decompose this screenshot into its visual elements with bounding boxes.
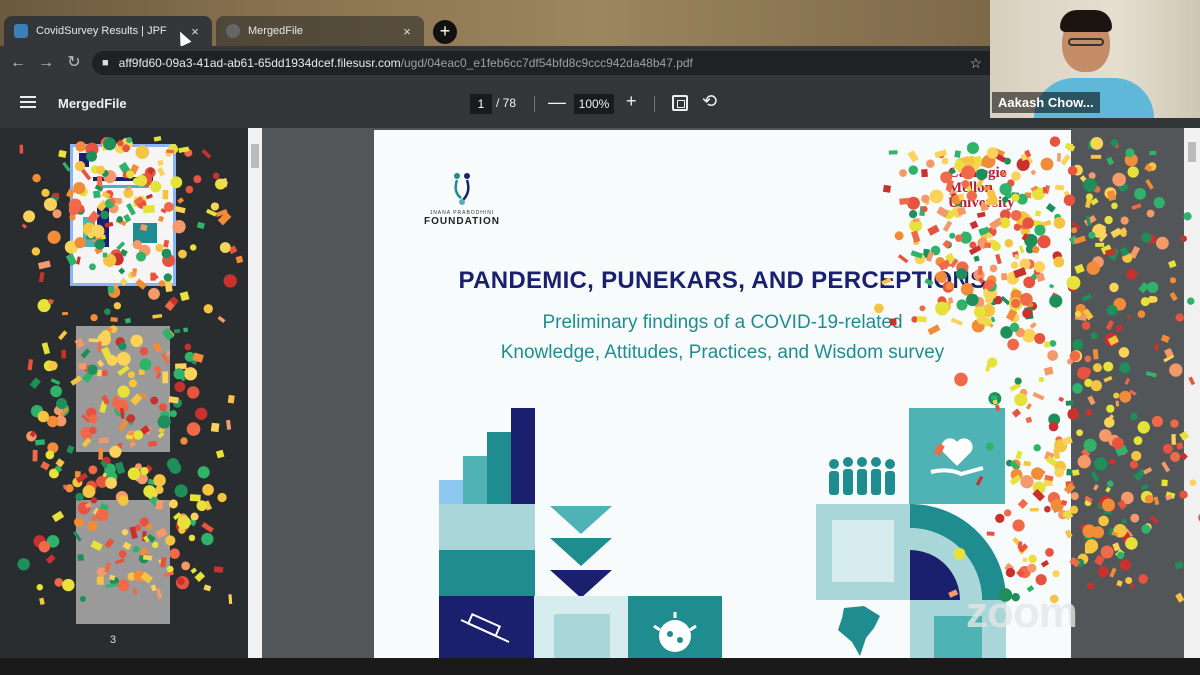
cmu-line: Carnegie: [948, 165, 1007, 181]
fit-page-icon[interactable]: [672, 95, 688, 111]
participant-name: Aakash Chow...: [992, 92, 1100, 113]
syringe-icon: [439, 596, 535, 658]
graphic-block: [439, 550, 535, 596]
participant-hair: [1060, 10, 1112, 32]
tab-mergedfile[interactable]: MergedFile ×: [216, 16, 424, 46]
tab-strip: CovidSurvey Results | JPF × MergedFile ×…: [0, 0, 990, 47]
thumbnail-page-number: 3: [110, 634, 117, 646]
people-icon: [824, 456, 900, 500]
page-thumbnail[interactable]: [70, 144, 176, 286]
graphic-block: [463, 456, 487, 504]
document-title: MergedFile: [58, 96, 127, 111]
forward-arrow-icon[interactable]: →: [36, 53, 56, 73]
url-path: /ugd/04eac0_e1feb6cc7df54bfd8c9ccc942da4…: [400, 56, 693, 70]
triangle-stack: [550, 506, 612, 598]
arc-graphic: [910, 504, 1006, 600]
address-bar: ← → ↻ ■ aff9fd60-09a3-41ad-ab61-65dd1934…: [0, 46, 990, 80]
pdf-page: JNANA PRABODHINI FOUNDATION Carnegie Mel…: [374, 130, 1071, 658]
page-subline-2: Knowledge, Attitudes, Practices, and Wis…: [500, 342, 945, 363]
page-headline: PANDEMIC, PUNEKARS, AND PERCEPTIONS: [458, 267, 987, 294]
page-thumbnail[interactable]: [76, 500, 170, 624]
close-tab-icon[interactable]: ×: [400, 24, 414, 39]
participant-video[interactable]: Aakash Chow...: [990, 0, 1200, 118]
tab-title: CovidSurvey Results | JPF: [36, 25, 167, 37]
cmu-line: University: [948, 195, 1015, 211]
graphic-block: [816, 504, 910, 600]
url-field[interactable]: ■ aff9fd60-09a3-41ad-ab61-65dd1934dcef.f…: [92, 51, 990, 75]
page-number-input[interactable]: 1: [470, 94, 492, 114]
zoom-watermark: zoom: [966, 588, 1078, 637]
globe-favicon-icon: [226, 24, 240, 38]
scrollbar-thumb[interactable]: [1188, 142, 1196, 162]
graphic-block: [534, 596, 630, 658]
graphic-block: [439, 480, 463, 504]
heart-hand-icon: [909, 408, 1005, 504]
jpf-logo: JNANA PRABODHINI FOUNDATION: [422, 170, 502, 227]
reload-icon[interactable]: ↻: [64, 53, 84, 73]
tab-title: MergedFile: [248, 25, 304, 37]
page-subline-1: Preliminary findings of a COVID-19-relat…: [542, 312, 903, 333]
back-arrow-icon[interactable]: ←: [8, 53, 28, 73]
thumbnail-sidebar: 3: [0, 128, 248, 658]
url-host: aff9fd60-09a3-41ad-ab61-65dd1934dcef.fil…: [118, 56, 401, 70]
menu-icon[interactable]: [20, 96, 36, 108]
sidebar-scrollbar[interactable]: [248, 128, 262, 658]
page-thumbnail[interactable]: [76, 326, 170, 452]
jpf-mark-icon: [447, 170, 477, 206]
bottom-bar: [0, 658, 1200, 675]
cmu-logo: Carnegie Mellon University: [948, 166, 1015, 211]
zoom-in-button[interactable]: +: [626, 91, 637, 112]
divider: [654, 96, 655, 112]
zoom-level-input[interactable]: 100%: [574, 94, 614, 114]
new-tab-button[interactable]: +: [433, 20, 457, 44]
rotate-icon[interactable]: ⟲: [702, 91, 717, 112]
jpf-big-text: FOUNDATION: [424, 216, 500, 227]
scrollbar-thumb[interactable]: [251, 144, 259, 168]
divider: [534, 96, 535, 112]
cmu-line: Mellon: [948, 180, 993, 196]
graphic-block: [439, 504, 535, 550]
graphic-block: [487, 432, 511, 504]
thumbnail-preview: [79, 153, 157, 247]
star-icon[interactable]: ☆: [969, 55, 982, 72]
zoom-out-button[interactable]: —: [548, 92, 566, 113]
participant-glasses: [1068, 38, 1104, 46]
page-total: / 78: [496, 96, 517, 110]
lock-icon: ■: [102, 57, 109, 69]
virus-icon: [628, 596, 722, 658]
close-tab-icon[interactable]: ×: [188, 24, 202, 39]
document-scrollbar[interactable]: [1184, 128, 1200, 658]
site-favicon-icon: [14, 24, 28, 38]
graphic-block: [511, 408, 535, 504]
india-map-icon: [824, 604, 900, 658]
